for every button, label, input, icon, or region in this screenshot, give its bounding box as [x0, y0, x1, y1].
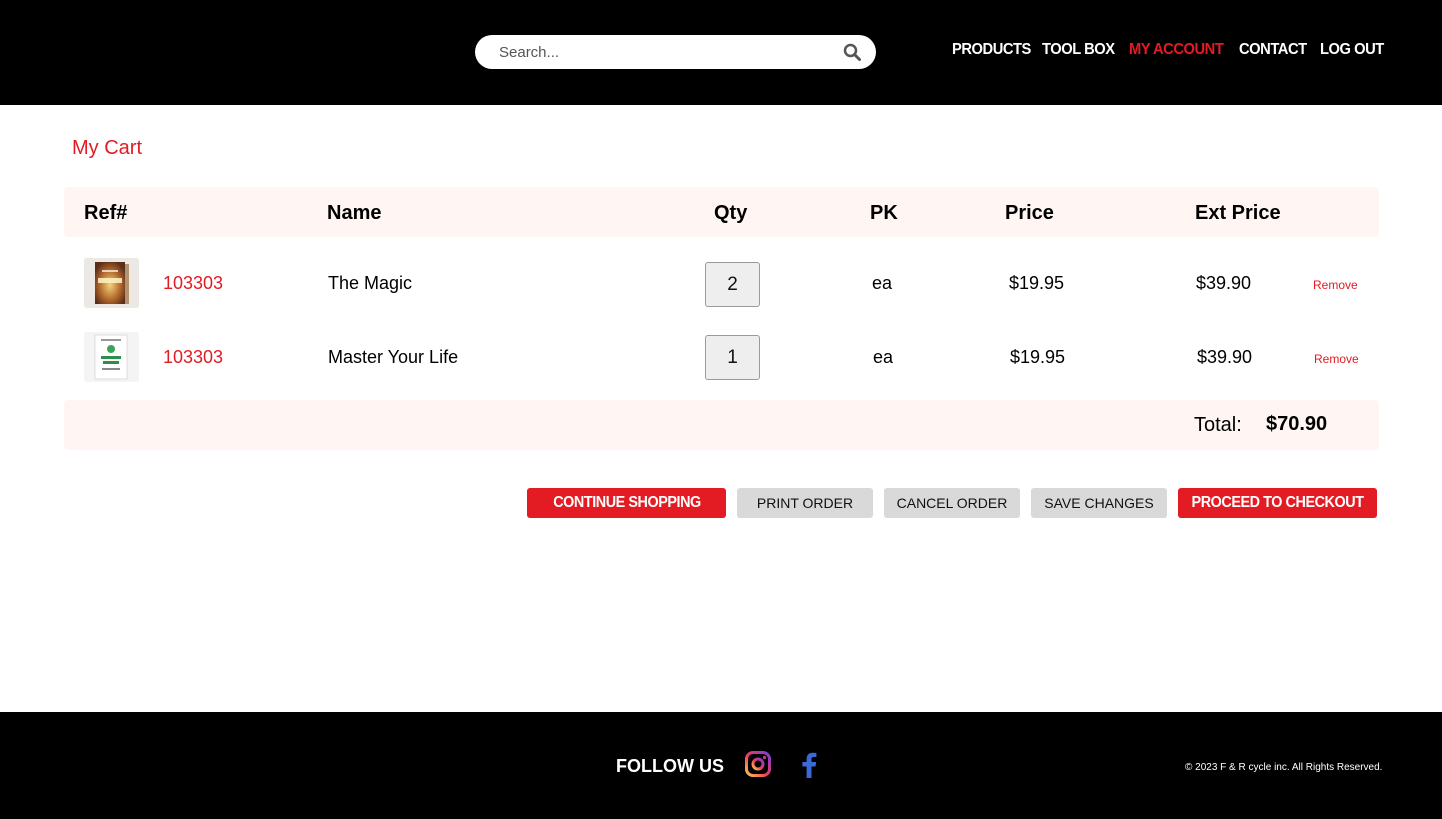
quantity-input[interactable] [705, 335, 760, 380]
header-price: Price [1005, 202, 1054, 224]
pack-unit: ea [872, 273, 893, 293]
book-cover-master-your-life-icon[interactable] [84, 332, 139, 382]
book-cover-the-magic-icon[interactable] [84, 258, 139, 308]
ext-price: $39.90 [1197, 347, 1253, 367]
cancel-order-button[interactable]: CANCEL ORDER [884, 488, 1020, 518]
save-changes-button[interactable]: SAVE CHANGES [1031, 488, 1167, 518]
unit-price: $19.95 [1009, 273, 1065, 293]
header-name: Name [327, 202, 382, 224]
page-title: My Cart [72, 137, 142, 159]
header-ref: Ref# [84, 202, 128, 224]
cart-row: 103303 Master Your Life ea $19.95 $39.90… [64, 327, 1379, 387]
cart-table-header: Ref# Name Qty PK Price Ext Price [64, 187, 1379, 237]
remove-link[interactable]: Remove [1313, 278, 1358, 292]
ref-link[interactable]: 103303 [163, 347, 223, 368]
facebook-icon[interactable] [798, 751, 820, 778]
print-order-button[interactable]: PRINT ORDER [737, 488, 873, 518]
proceed-to-checkout-label: PROCEED TO CHECKOUT [1191, 494, 1364, 511]
nav-contact[interactable]: CONTACT [1239, 41, 1307, 65]
search-icon[interactable] [843, 43, 861, 61]
product-name: The Magic [328, 273, 413, 293]
site-footer: FOLLOW US © 2023 F & R cycle inc. All Ri… [0, 712, 1442, 819]
search-box [475, 35, 876, 69]
cart-row: 103303 The Magic ea $19.95 $39.90 Remove [64, 253, 1379, 313]
unit-price: $19.95 [1010, 347, 1066, 367]
total-label: Total: [1194, 414, 1242, 436]
product-name: Master Your Life [328, 347, 459, 367]
ext-price: $39.90 [1196, 273, 1252, 293]
ref-link[interactable]: 103303 [163, 273, 223, 294]
header-pk: PK [870, 202, 898, 224]
proceed-to-checkout-button[interactable]: PROCEED TO CHECKOUT [1178, 488, 1377, 518]
quantity-input[interactable] [705, 262, 760, 307]
header-qty: Qty [714, 202, 748, 224]
pack-unit: ea [873, 347, 894, 367]
remove-link[interactable]: Remove [1314, 352, 1359, 366]
search-input[interactable] [499, 35, 829, 69]
follow-us-label: FOLLOW US [616, 756, 724, 776]
nav-my-account[interactable]: MY ACCOUNT [1129, 41, 1224, 65]
nav-products[interactable]: PRODUCTS [952, 41, 1031, 65]
nav-log-out[interactable]: LOG OUT [1320, 41, 1384, 65]
continue-shopping-button[interactable]: CONTINUE SHOPPING [527, 488, 726, 518]
total-bar: Total: $70.90 [64, 400, 1379, 450]
total-value: $70.90 [1266, 413, 1328, 435]
copyright-text: © 2023 F & R cycle inc. All Rights Reser… [1185, 762, 1383, 773]
nav-tool-box[interactable]: TOOL BOX [1042, 41, 1115, 65]
site-header: PRODUCTS TOOL BOX MY ACCOUNT CONTACT LOG… [0, 0, 1442, 105]
instagram-icon[interactable] [745, 751, 771, 777]
header-ext-price: Ext Price [1195, 202, 1281, 224]
continue-shopping-label: CONTINUE SHOPPING [552, 494, 701, 511]
